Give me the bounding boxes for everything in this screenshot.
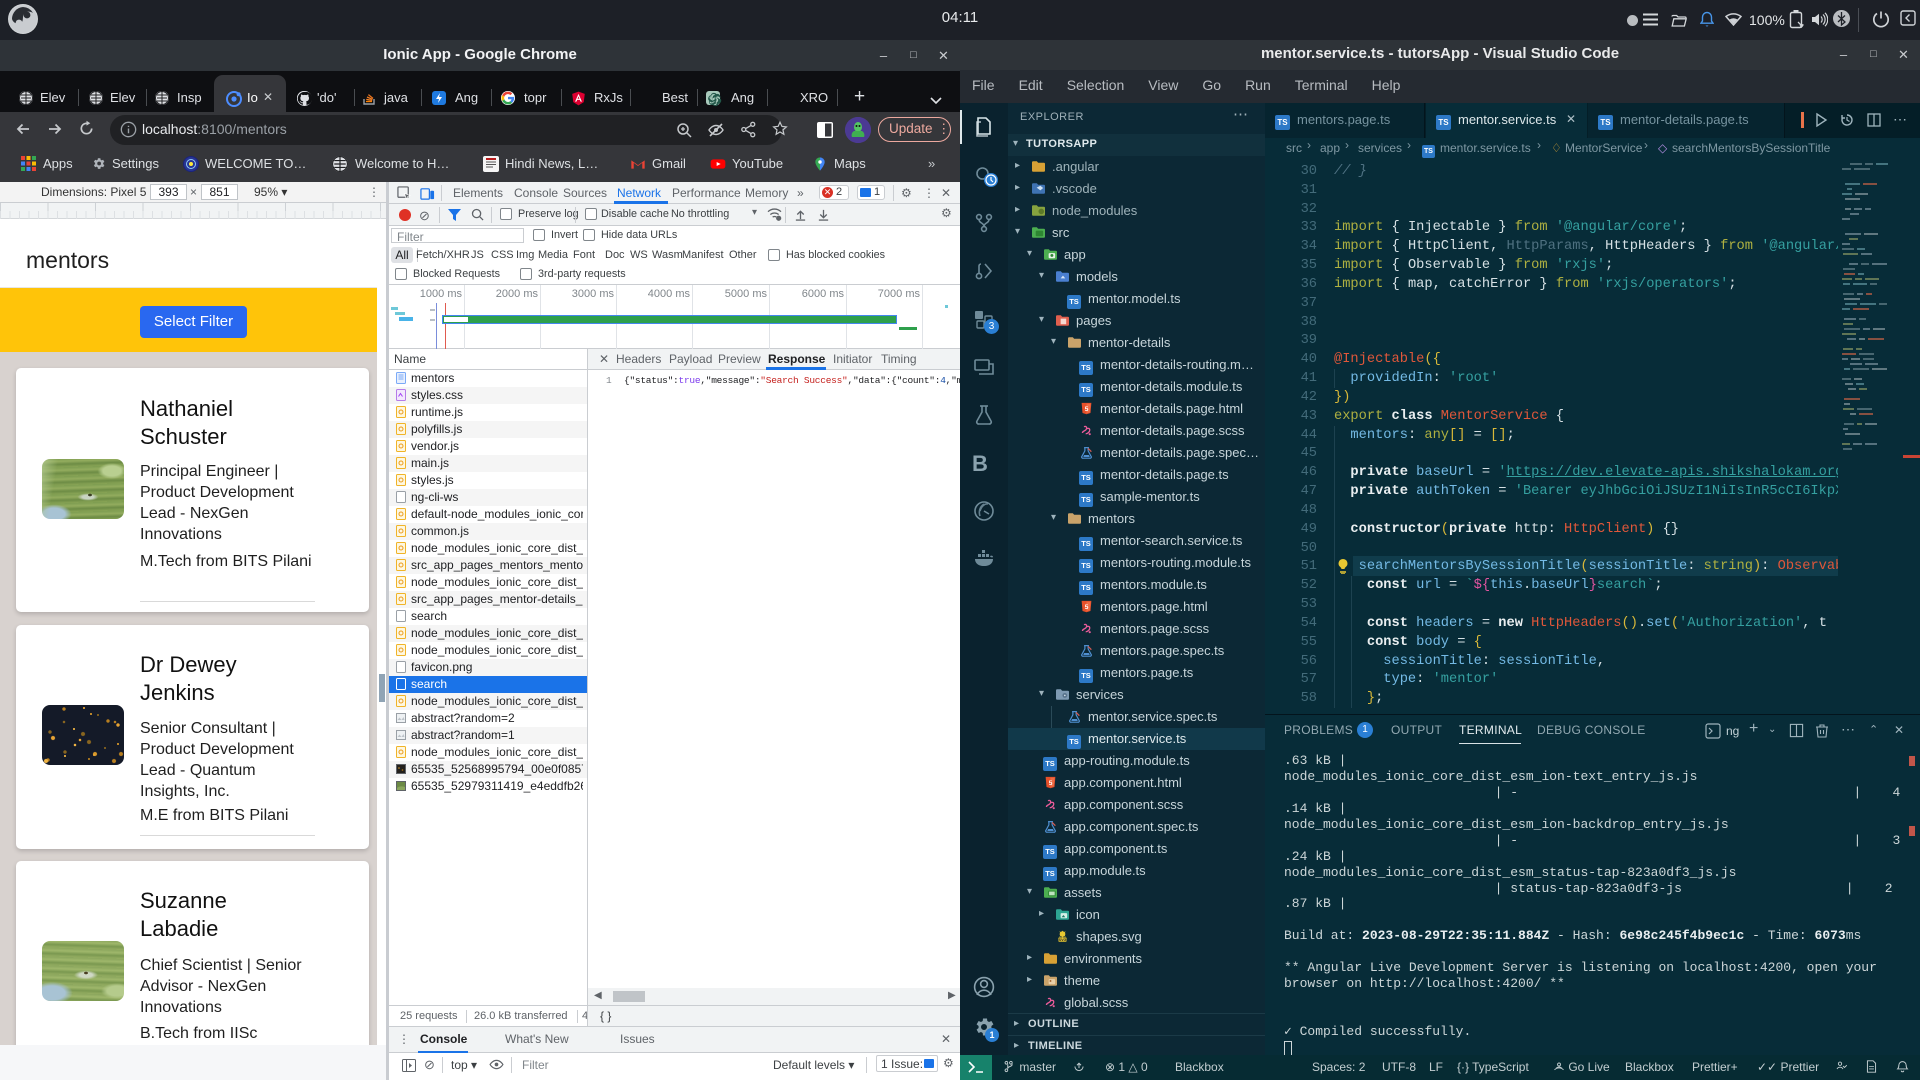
svg-text:5: 5 [1085,604,1089,611]
svg-text:SVG: SVG [1059,938,1067,942]
svg-text:5: 5 [1085,406,1089,413]
svg-text:5: 5 [1049,780,1053,787]
